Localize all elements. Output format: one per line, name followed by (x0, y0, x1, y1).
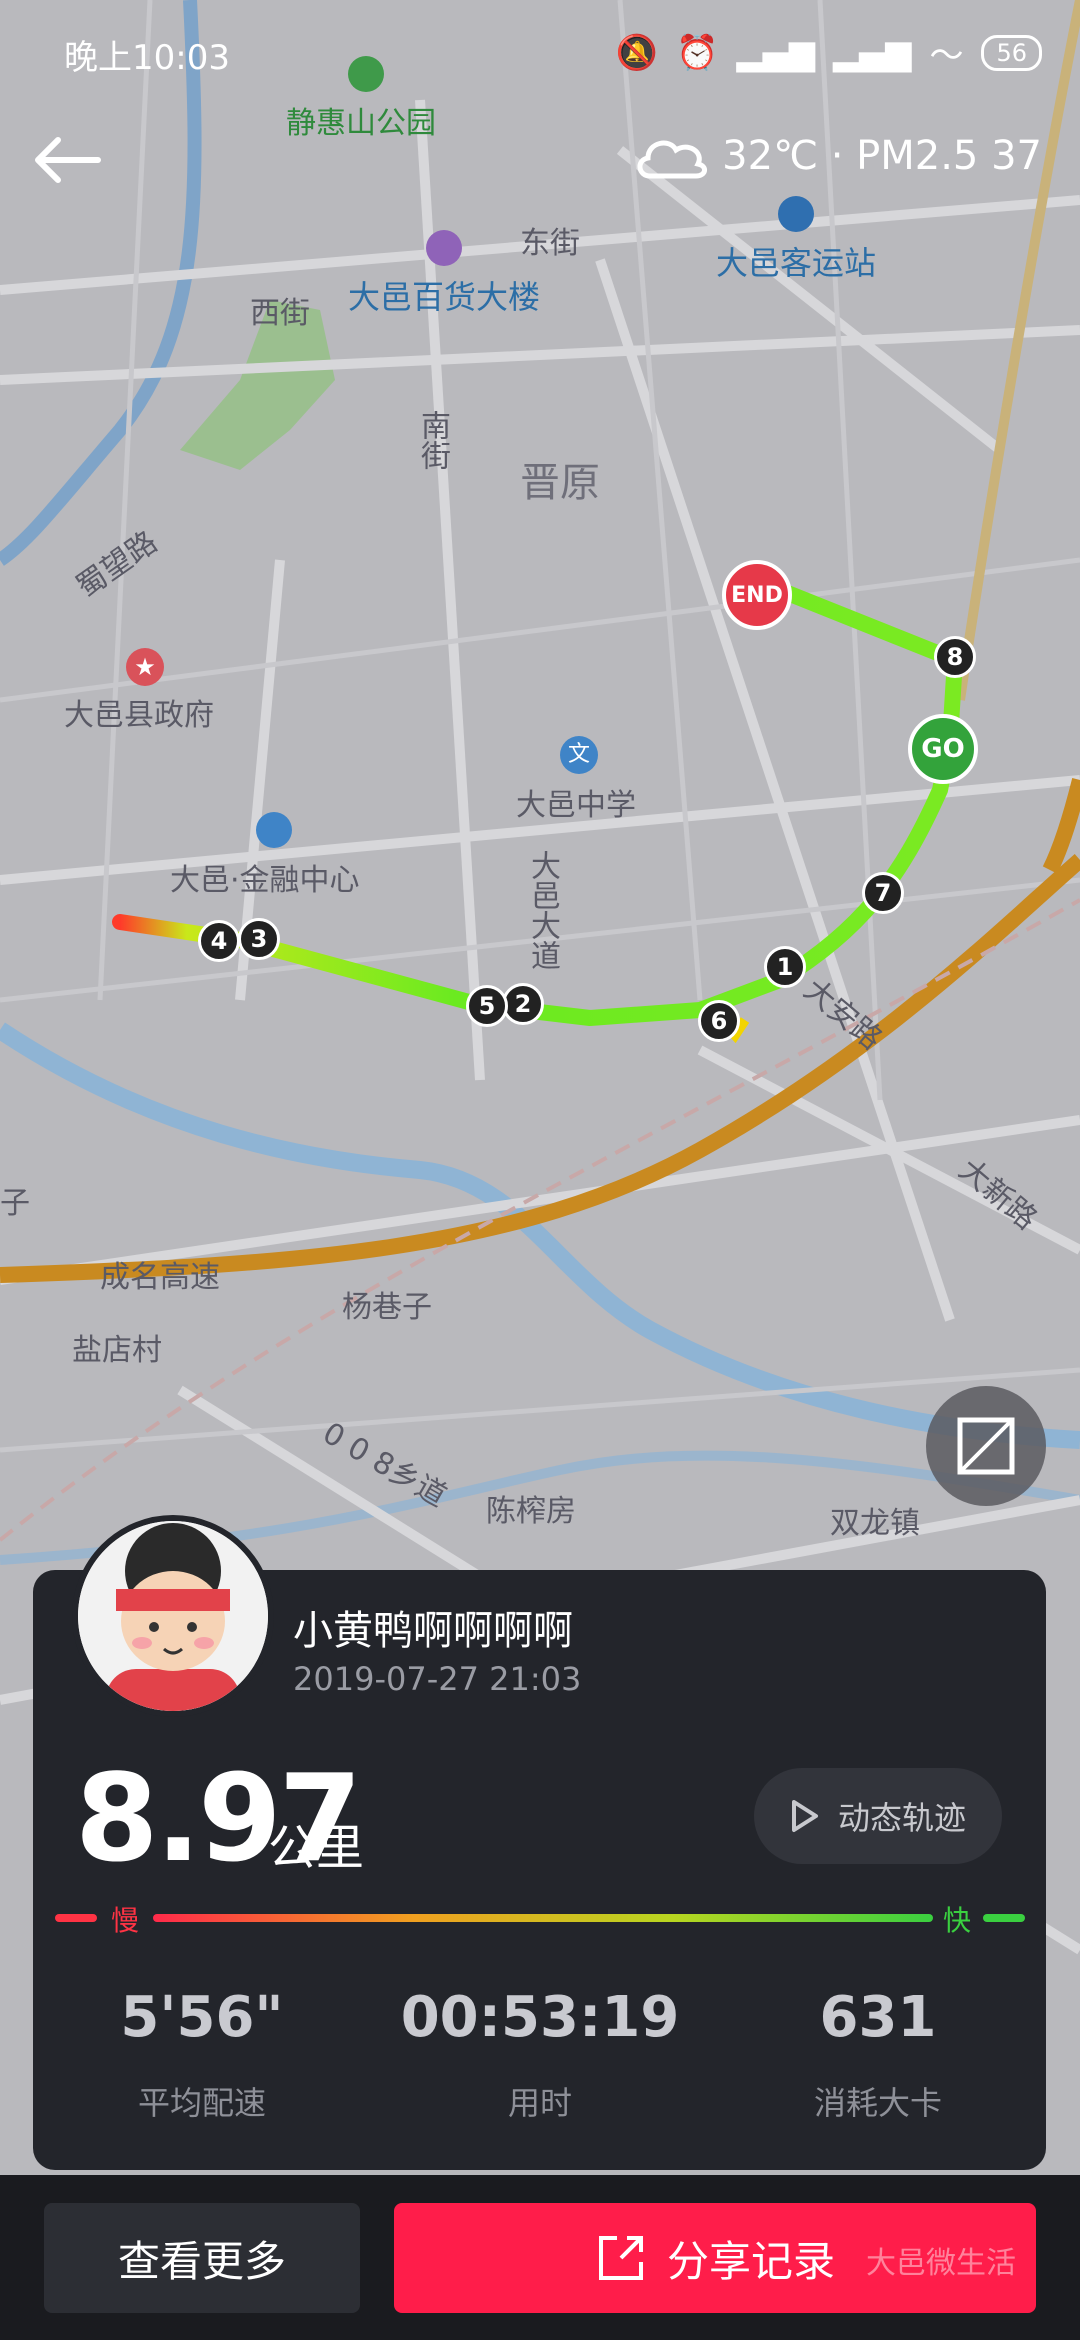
view-more-button[interactable]: 查看更多 (44, 2203, 360, 2313)
chenzha-label: 陈榨房 (486, 1494, 576, 1529)
fast-label: 快 (943, 1904, 972, 1937)
replay-track-button[interactable]: 动态轨迹 (754, 1768, 1002, 1864)
back-arrow-icon[interactable] (28, 130, 108, 190)
signal2-icon: ▂▄▆ (833, 32, 912, 73)
play-icon (791, 1800, 818, 1832)
east-street-label: 东街 (520, 226, 580, 261)
school-label: 大邑中学 (516, 788, 636, 823)
distance-unit: 公里 (268, 1820, 365, 1876)
pace-gradient-bar (153, 1914, 933, 1922)
slow-swatch (55, 1914, 97, 1922)
replay-label: 动态轨迹 (837, 1799, 966, 1837)
stat-pace: 5'56" 平均配速 (52, 1985, 352, 2124)
bus-icon (778, 196, 814, 232)
route-start-marker[interactable]: GO (908, 714, 978, 784)
stat-label: 消耗大卡 (813, 2084, 942, 2122)
district-label: 晋原 (520, 460, 600, 506)
status-time: 晚上10:03 (64, 38, 230, 78)
stat-value: 631 (819, 1985, 937, 2050)
wifi-icon: 〜 (929, 36, 964, 76)
stat-calories: 631 消耗大卡 (728, 1985, 1028, 2124)
fullscreen-image-icon (957, 1417, 1015, 1475)
km-marker[interactable]: 1 (764, 946, 806, 988)
shopping-icon (426, 230, 462, 266)
km-marker[interactable]: 8 (934, 636, 976, 678)
south-street-label: 南街 (415, 410, 450, 470)
stat-label: 用时 (507, 2084, 572, 2122)
map-edge-label: 子 (0, 1186, 30, 1221)
km-marker[interactable]: 7 (862, 872, 904, 914)
yandian-label: 盐店村 (72, 1333, 162, 1368)
dayi-avenue-label: 大邑大道 (525, 850, 560, 970)
school-icon: 文 (560, 736, 598, 774)
government-icon: ★ (126, 648, 164, 686)
route-end-marker[interactable]: END (722, 560, 792, 630)
user-name: 小黄鸭啊啊啊啊 (293, 1608, 573, 1654)
stat-label: 平均配速 (137, 2084, 266, 2122)
weather-info: 32℃ · PM2.5 37 (632, 128, 1042, 184)
west-street-label: 西街 (250, 296, 310, 331)
stat-value: 00:53:19 (400, 1985, 680, 2050)
finance-center-label: 大邑·金融中心 (170, 863, 360, 898)
km-marker[interactable]: 2 (502, 983, 544, 1025)
fullscreen-toggle-button[interactable] (926, 1386, 1046, 1506)
finance-icon (256, 812, 292, 848)
park-label: 静惠山公园 (286, 106, 436, 141)
share-label: 分享记录 (666, 2236, 835, 2286)
user-avatar[interactable] (72, 1515, 274, 1717)
status-icons: 🔕 ⏰ ▂▄▆ ▂▄▆ 〜 56 (616, 28, 1042, 77)
fast-swatch (983, 1914, 1025, 1922)
km-marker[interactable]: 4 (198, 920, 240, 962)
alarm-icon: ⏰ (676, 32, 719, 73)
county-gov-label: 大邑县政府 (64, 698, 214, 733)
mute-icon: 🔕 (615, 32, 659, 73)
park-icon (348, 56, 384, 92)
run-datetime: 2019-07-27 21:03 (293, 1660, 582, 1698)
slow-label: 慢 (111, 1904, 140, 1937)
battery-indicator: 56 (981, 34, 1042, 71)
shuanglong-label: 双龙镇 (830, 1506, 920, 1541)
avatar-cartoon-icon (78, 1521, 268, 1711)
weather-text: 32℃ · PM2.5 37 (722, 133, 1042, 179)
signal-icon: ▂▄▆ (736, 32, 815, 73)
km-marker[interactable]: 5 (466, 985, 508, 1027)
yangxiang-label: 杨巷子 (342, 1290, 432, 1325)
watermark: 大邑微生活 (866, 2246, 1016, 2281)
km-marker[interactable]: 6 (698, 1000, 740, 1042)
cloud-icon (637, 140, 708, 179)
bus-station-label: 大邑客运站 (716, 244, 877, 282)
status-bar: 晚上10:03 🔕 ⏰ ▂▄▆ ▂▄▆ 〜 56 (0, 0, 1080, 100)
stat-duration: 00:53:19 用时 (390, 1985, 690, 2124)
km-marker[interactable]: 3 (238, 918, 280, 960)
store-label: 大邑百货大楼 (348, 278, 541, 316)
highway-label: 成名高速 (100, 1260, 220, 1295)
stat-value: 5'56" (120, 1985, 284, 2050)
share-icon (598, 2236, 643, 2280)
pace-legend: 慢 快 (55, 1904, 1025, 1937)
